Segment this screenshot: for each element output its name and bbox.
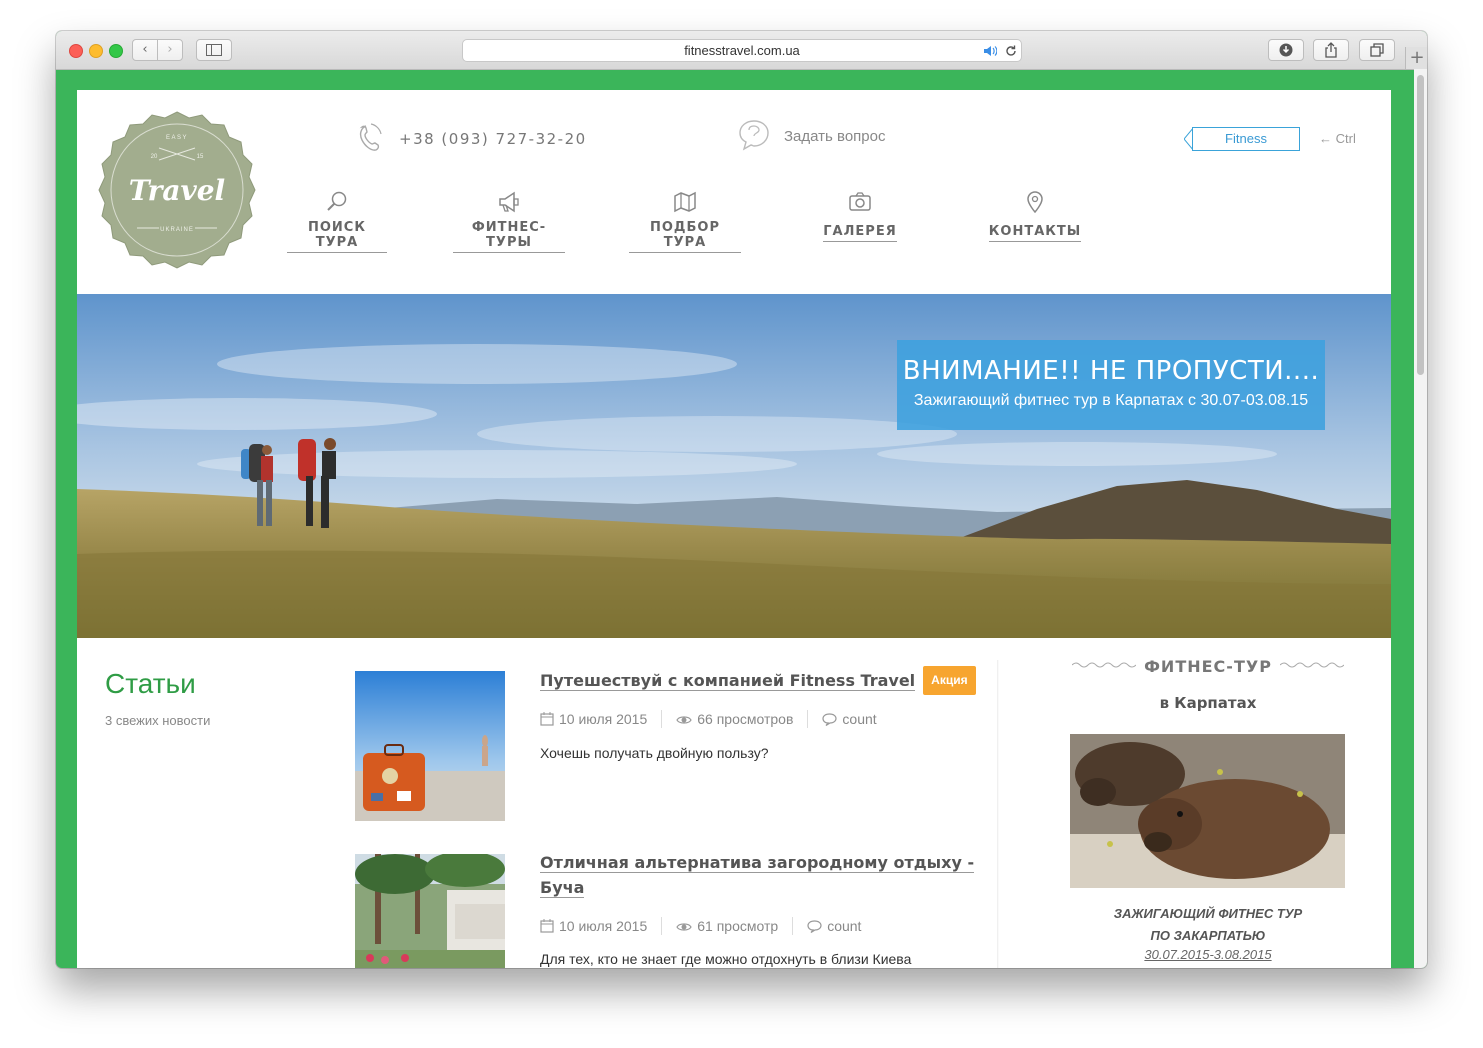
phone-number[interactable]: +38 (093) 727-32-20	[399, 130, 587, 148]
post-title[interactable]: Отличная альтернатива загородному отдыху…	[540, 850, 975, 900]
promo-banner[interactable]: ВНИМАНИЕ!! НЕ ПРОПУСТИ.... Зажигающий фи…	[897, 340, 1325, 430]
wave-ornament-right	[1279, 662, 1345, 668]
minimize-window-button[interactable]	[89, 44, 103, 58]
camera-icon	[849, 192, 871, 211]
fitness-button[interactable]: Fitness	[1192, 127, 1300, 151]
sidebar-title: ФИТНЕС-ТУР	[1144, 657, 1272, 676]
nav-item-search-tour[interactable]: ПОИСК ТУРА	[287, 190, 387, 253]
logo-text: Travel	[129, 174, 225, 207]
post-comments[interactable]: count	[827, 918, 861, 934]
new-tab-button[interactable]: +	[1405, 47, 1427, 69]
eye-icon	[676, 716, 692, 724]
forward-button[interactable]: ›	[157, 39, 183, 61]
zoom-window-button[interactable]	[109, 44, 123, 58]
nav-label: ПОДБОР ТУРА	[629, 220, 741, 253]
travel-logo[interactable]: EASY 20 15 Travel UKRAINE	[97, 110, 257, 270]
sidebar-date-link[interactable]: 30.07.2015-3.08.2015	[1069, 947, 1347, 962]
map-icon	[674, 191, 696, 213]
ctrl-hint: ← Ctrl	[1319, 131, 1356, 146]
post-comments[interactable]: count	[842, 711, 876, 727]
megaphone-icon	[499, 191, 519, 213]
sidebar-bear-image[interactable]	[1070, 734, 1345, 888]
speaker-icon[interactable]	[983, 45, 997, 57]
promo-banner-title: ВНИМАНИЕ!! НЕ ПРОПУСТИ....	[902, 356, 1320, 386]
post-excerpt: Для тех, кто не знает где можно отдохнут…	[540, 951, 912, 967]
share-button[interactable]	[1313, 39, 1349, 61]
promo-badge: Акция	[923, 666, 976, 695]
sidebar-toggle-button[interactable]	[196, 39, 232, 61]
sidebar-caption: ЗАЖИГАЮЩИЙ ФИТНЕС ТУР ПО ЗАКАРПАТЬЮ	[1069, 903, 1347, 947]
share-icon	[1325, 42, 1337, 58]
sidebar-heading: ФИТНЕС-ТУР	[1069, 657, 1347, 676]
nav-item-gallery[interactable]: ГАЛЕРЕЯ	[815, 190, 905, 242]
logo-top-text: EASY	[166, 135, 188, 141]
post-views: 61 просмотр	[697, 918, 779, 934]
sidebar-caption-line1: ЗАЖИГАЮЩИЙ ФИТНЕС ТУР	[1113, 906, 1303, 921]
post-thumbnail-suitcase[interactable]	[355, 671, 505, 821]
downloads-button[interactable]	[1268, 39, 1304, 61]
scrollbar-thumb[interactable]	[1417, 75, 1424, 375]
nav-item-tour-selection[interactable]: ПОДБОР ТУРА	[629, 190, 741, 253]
post-meta: 10 июля 2015 66 просмотров count	[540, 710, 877, 728]
post-title-text[interactable]: Путешествуй с компанией Fitness Travel	[540, 671, 916, 691]
back-button[interactable]: ‹	[132, 39, 158, 61]
sidebar-icon	[206, 44, 222, 56]
articles-title: Статьи	[105, 668, 196, 699]
tabs-icon	[1370, 43, 1384, 57]
logo-bottom-text: UKRAINE	[160, 227, 194, 233]
download-icon	[1279, 43, 1293, 57]
column-divider	[997, 660, 999, 968]
calendar-icon	[540, 712, 554, 726]
phone-icon	[359, 123, 382, 151]
post-date: 10 июля 2015	[559, 711, 648, 727]
post-thumbnail-park[interactable]	[355, 854, 505, 968]
tabs-overview-button[interactable]	[1359, 39, 1395, 61]
scrollbar[interactable]	[1414, 69, 1427, 968]
reload-icon[interactable]	[1005, 45, 1017, 57]
browser-toolbar: ‹ › fitnesstravel.com.ua +	[56, 31, 1427, 70]
nav-label: ГАЛЕРЕЯ	[823, 224, 897, 242]
comment-icon	[822, 713, 838, 727]
hero-banner: ВНИМАНИЕ!! НЕ ПРОПУСТИ.... Зажигающий фи…	[77, 294, 1391, 638]
post-title-line1[interactable]: Отличная альтернатива загородному отдыху…	[540, 853, 975, 873]
sidebar-subtitle: в Карпатах	[1159, 694, 1257, 712]
search-icon	[327, 191, 347, 211]
nav-label: ФИТНЕС-ТУРЫ	[453, 220, 565, 253]
post-date: 10 июля 2015	[559, 918, 648, 934]
eye-icon	[676, 923, 692, 931]
post-meta: 10 июля 2015 61 просмотр count	[540, 917, 861, 935]
url-text: fitnesstravel.com.ua	[684, 43, 800, 58]
post-views: 66 просмотров	[697, 711, 794, 727]
calendar-icon	[540, 919, 554, 933]
close-window-button[interactable]	[69, 44, 83, 58]
logo-year-left: 20	[151, 154, 158, 160]
nav-item-contacts[interactable]: КОНТАКТЫ	[985, 190, 1085, 242]
chat-bubble-icon	[739, 120, 769, 151]
promo-banner-subtitle: Зажигающий фитнес тур в Карпатах с 30.07…	[913, 392, 1309, 409]
nav-label: ПОИСК ТУРА	[287, 220, 387, 253]
ask-question-link[interactable]: Задать вопрос	[784, 128, 885, 145]
post-title[interactable]: Путешествуй с компанией Fitness Travel Ак…	[540, 666, 976, 695]
nav-label: КОНТАКТЫ	[988, 224, 1082, 242]
articles-subtitle: 3 свежих новости	[105, 713, 211, 728]
nav-item-fitness-tours[interactable]: ФИТНЕС-ТУРЫ	[453, 190, 565, 253]
web-page: EASY 20 15 Travel UKRAINE +38 (093) 727-…	[77, 90, 1391, 968]
location-pin-icon	[1027, 191, 1043, 214]
post-title-line2[interactable]: Буча	[540, 878, 585, 898]
sidebar-caption-line2: ПО ЗАКАРПАТЬЮ	[1150, 928, 1266, 943]
wave-ornament-left	[1071, 662, 1137, 668]
comment-icon	[807, 920, 822, 934]
logo-year-right: 15	[197, 154, 204, 160]
post-excerpt: Хочешь получать двойную пользу?	[540, 745, 769, 761]
browser-window: ‹ › fitnesstravel.com.ua + EASY 20 15 Tr…	[56, 31, 1427, 968]
address-bar[interactable]: fitnesstravel.com.ua	[462, 39, 1022, 62]
